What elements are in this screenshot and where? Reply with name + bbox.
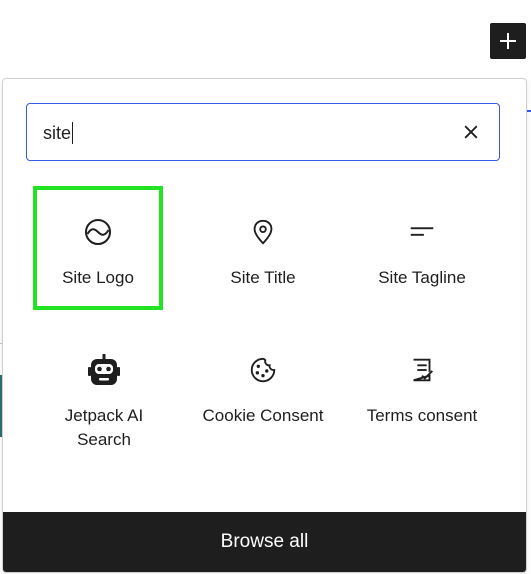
block-search-input[interactable]: site	[26, 103, 500, 161]
text-cursor	[72, 122, 74, 144]
terms-consent-icon	[404, 352, 440, 388]
block-label: Site Tagline	[378, 268, 466, 287]
add-block-button[interactable]	[490, 23, 526, 59]
block-label: Terms consent	[366, 406, 478, 425]
tagline-icon	[404, 214, 440, 250]
close-icon	[464, 125, 478, 139]
block-site-tagline[interactable]: Site Tagline	[357, 186, 487, 310]
site-logo-icon	[80, 214, 116, 250]
browse-all-button[interactable]: Browse all	[3, 512, 526, 572]
block-label: Site Title	[230, 268, 296, 287]
block-jetpack-ai-search[interactable]: Jetpack AI Search	[39, 324, 169, 464]
cookie-icon	[245, 352, 281, 388]
search-query[interactable]: site	[43, 121, 74, 145]
block-inserter-popover: site Site Logo Site Title Site Tagline J…	[2, 78, 527, 573]
block-site-title[interactable]: Site Title	[198, 186, 328, 310]
search-query-text: site	[43, 122, 72, 143]
robot-icon	[86, 352, 122, 388]
block-cookie-consent[interactable]: Cookie Consent	[198, 324, 328, 448]
map-marker-icon	[245, 214, 281, 250]
block-label: Cookie Consent	[202, 406, 324, 425]
browse-all-label: Browse all	[220, 531, 309, 552]
block-terms-consent[interactable]: Terms consent	[357, 324, 487, 448]
plus-icon	[500, 33, 516, 49]
block-label: Site Logo	[62, 268, 134, 287]
clear-search-button[interactable]	[459, 120, 483, 144]
block-site-logo[interactable]: Site Logo	[33, 186, 163, 310]
block-label: Jetpack AI Search	[64, 406, 144, 449]
